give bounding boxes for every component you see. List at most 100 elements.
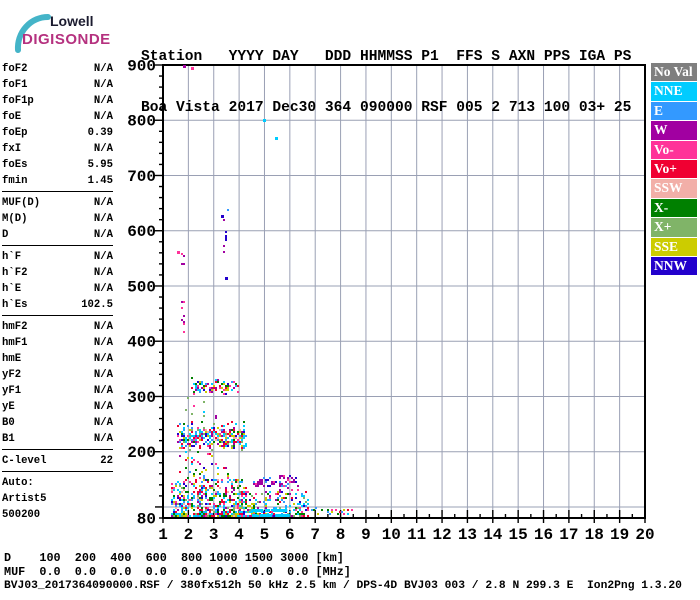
x-axis-label: 16 xyxy=(534,526,553,544)
param-value: N/A xyxy=(93,267,113,279)
param-row: D N/A xyxy=(2,227,113,243)
legend-item: Vo- xyxy=(651,140,697,159)
param-row: foEp 0.39 xyxy=(2,125,113,141)
y-axis-label: 300 xyxy=(127,389,156,407)
x-axis-label: 13 xyxy=(458,526,477,544)
y-axis-label: 80 xyxy=(137,511,156,529)
param-label: C-level xyxy=(2,455,47,467)
x-axis-label: 11 xyxy=(407,526,426,544)
param-label: MUF(D) xyxy=(2,197,41,209)
param-row: foF2 N/A xyxy=(2,61,113,77)
param-row: fmin 1.45 xyxy=(2,173,113,189)
param-value: N/A xyxy=(93,433,113,445)
param-row: MUF(D) N/A xyxy=(2,195,113,211)
param-label: fxI xyxy=(2,143,22,155)
y-axis-label: 500 xyxy=(127,278,156,296)
param-row: 500200 xyxy=(2,507,113,523)
param-value: N/A xyxy=(93,63,113,75)
x-axis-label: 10 xyxy=(382,526,401,544)
x-axis-label: 2 xyxy=(184,526,194,544)
param-row: C-level 22 xyxy=(2,453,113,469)
param-label: h`F xyxy=(2,251,22,263)
param-separator xyxy=(2,245,113,246)
x-axis-label: 3 xyxy=(209,526,219,544)
legend-item: SSW xyxy=(651,179,697,198)
header-values-line: Boa Vista 2017 Dec30 364 090000 RSF 005 … xyxy=(141,100,632,116)
param-separator xyxy=(2,191,113,192)
param-row: yE N/A xyxy=(2,399,113,415)
param-value: N/A xyxy=(93,417,113,429)
param-label: yE xyxy=(2,401,15,413)
param-value: 102.5 xyxy=(81,299,113,311)
param-row: fxI N/A xyxy=(2,141,113,157)
param-row: M(D) N/A xyxy=(2,211,113,227)
x-axis-label: 17 xyxy=(559,526,578,544)
x-axis-label: 9 xyxy=(361,526,371,544)
x-axis-label: 1 xyxy=(158,526,168,544)
x-axis-label: 20 xyxy=(635,526,654,544)
logo-digisonde-text: DIGISONDE xyxy=(22,31,111,48)
param-value: 22 xyxy=(100,455,113,467)
param-separator xyxy=(2,471,113,472)
muf-row: MUF 0.0 0.0 0.0 0.0 0.0 0.0 0.0 0.0 [MHz… xyxy=(4,565,351,579)
param-value: 0.39 xyxy=(87,127,113,139)
x-axis-label: 12 xyxy=(432,526,451,544)
legend-item: SSE xyxy=(651,237,697,256)
x-axis-label: 19 xyxy=(610,526,629,544)
x-axis-label: 5 xyxy=(260,526,270,544)
legend-item: NNW xyxy=(651,256,697,276)
param-value: N/A xyxy=(93,401,113,413)
legend-item: No Val xyxy=(651,63,697,82)
legend-item: E xyxy=(651,101,697,121)
station-header: Station YYYY DAY DDD HHMMSS P1 FFS S AXN… xyxy=(141,15,631,151)
param-label: h`Es xyxy=(2,299,28,311)
param-value: N/A xyxy=(93,111,113,123)
param-row: h`Es 102.5 xyxy=(2,297,113,313)
param-value: N/A xyxy=(93,79,113,91)
param-separator xyxy=(2,449,113,450)
legend-item: X+ xyxy=(651,218,697,237)
param-label: foE xyxy=(2,111,22,123)
legend-item: Vo+ xyxy=(651,159,697,179)
x-axis-label: 15 xyxy=(509,526,528,544)
param-label: 500200 xyxy=(2,509,41,521)
param-label: B0 xyxy=(2,417,15,429)
y-axis-label: 600 xyxy=(127,223,156,241)
param-value: N/A xyxy=(93,353,113,365)
param-row: Artist5 xyxy=(2,491,113,507)
param-value: N/A xyxy=(93,213,113,225)
param-value: N/A xyxy=(93,321,113,333)
param-label: foF1 xyxy=(2,79,28,91)
y-axis-label: 400 xyxy=(127,334,156,352)
param-label: fmin xyxy=(2,175,28,187)
param-label: hmE xyxy=(2,353,22,365)
param-value: N/A xyxy=(93,251,113,263)
param-label: hmF1 xyxy=(2,337,28,349)
param-label: B1 xyxy=(2,433,15,445)
param-row: foEs 5.95 xyxy=(2,157,113,173)
param-value: N/A xyxy=(93,385,113,397)
distance-row: D 100 200 400 600 800 1000 1500 3000 [km… xyxy=(4,551,344,565)
x-axis-label: 14 xyxy=(483,526,503,544)
param-label: h`E xyxy=(2,283,22,295)
x-axis-label: 18 xyxy=(585,526,604,544)
ionogram-page: 900 800 700 600 500 400 300 200 80 1 2 3 4 5 6 7 8 9 10 11 1… xyxy=(0,0,700,600)
parameter-panel: foF2 N/A foF1 N/A foF1p N/A foE N/A foEp 0.39 fxI N… xyxy=(2,61,113,523)
param-value: N/A xyxy=(93,337,113,349)
param-value: 5.95 xyxy=(87,159,113,171)
param-row: foF1 N/A xyxy=(2,77,113,93)
param-row: yF1 N/A xyxy=(2,383,113,399)
param-row: h`E N/A xyxy=(2,281,113,297)
param-row: h`F2 N/A xyxy=(2,265,113,281)
param-label: foF1p xyxy=(2,95,34,107)
x-axis-label: 8 xyxy=(336,526,346,544)
param-row: hmF1 N/A xyxy=(2,335,113,351)
param-value: N/A xyxy=(93,229,113,241)
legend-item: W xyxy=(651,121,697,140)
param-row: B0 N/A xyxy=(2,415,113,431)
legend-item: NNE xyxy=(651,82,697,101)
param-row: h`F N/A xyxy=(2,249,113,265)
param-value: 1.45 xyxy=(87,175,113,187)
param-value: N/A xyxy=(93,143,113,155)
file-info-footer: BVJ03_2017364090000.RSF / 380fx512h 50 k… xyxy=(4,580,682,592)
